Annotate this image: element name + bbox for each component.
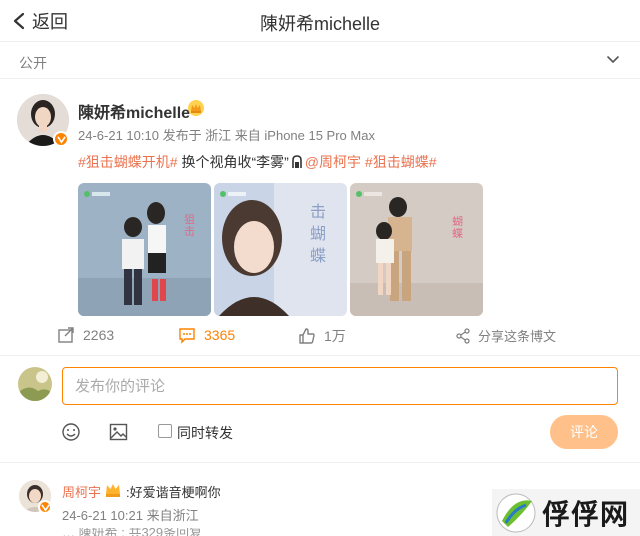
crown-icon	[188, 100, 204, 116]
comment-text: :好爱谐音梗啊你	[126, 485, 221, 500]
like-count: 1万	[324, 328, 346, 344]
share-icon	[456, 327, 470, 344]
site-watermark: 俘俘网	[492, 489, 640, 536]
svg-text:蝶: 蝶	[310, 246, 326, 265]
visibility-selector[interactable]: 公开	[0, 43, 640, 79]
watermark-text: 俘俘网	[542, 497, 630, 531]
reply-preview[interactable]: … 陳妍希 : 共329条回复	[62, 528, 262, 536]
emoji-icon[interactable]	[61, 422, 81, 442]
hashtag-link[interactable]: #狙击蝴蝶开机#	[78, 154, 178, 170]
comment-author[interactable]: 周柯宇	[62, 482, 101, 501]
comment-input[interactable]	[62, 367, 618, 405]
image-icon[interactable]	[109, 423, 128, 441]
comment-icon	[179, 328, 195, 344]
svg-text:击: 击	[310, 202, 326, 221]
hanger-emoji-icon	[291, 155, 302, 168]
share-label: 分享这条博文	[478, 329, 557, 344]
post-text: #狙击蝴蝶开机# 换个视角收“李雾” @周柯宇 #狙击蝴蝶#	[78, 152, 436, 172]
author-name[interactable]: 陳妍希michelle	[78, 99, 190, 123]
crown-icon	[106, 484, 120, 497]
comment-meta: 24-6-21 10:21 来自浙江	[62, 508, 199, 523]
comment-count: 3365	[204, 327, 236, 343]
chevron-down-icon	[607, 56, 619, 64]
thumbs-up-icon	[299, 328, 315, 344]
svg-text:蝶: 蝶	[452, 226, 463, 240]
repost-checkbox-label: 同时转发	[177, 425, 233, 441]
post-photo[interactable]: 狙 击	[78, 183, 211, 316]
repost-icon	[58, 327, 74, 343]
svg-text:击: 击	[184, 225, 195, 238]
like-button[interactable]: 1万	[298, 326, 346, 346]
svg-text:蝴: 蝴	[310, 224, 326, 243]
share-button[interactable]: 分享这条博文	[455, 326, 556, 345]
verified-badge-icon	[38, 500, 52, 514]
post-actions: 2263 3365 1万 分享这条博文	[0, 322, 640, 352]
divider	[0, 462, 640, 463]
divider	[0, 355, 640, 356]
submit-comment-button[interactable]: 评论	[550, 415, 618, 449]
post-photo[interactable]: 击 蝴 蝶	[214, 183, 347, 316]
visibility-label: 公开	[19, 55, 47, 71]
page-title: 陳妍希michelle	[259, 14, 381, 34]
watermark-logo-icon	[496, 493, 536, 532]
repost-count: 2263	[83, 327, 115, 343]
hashtag-link[interactable]: #狙击蝴蝶#	[361, 154, 437, 170]
mention-link[interactable]: @周柯宇	[305, 154, 361, 170]
post-meta: 24-6-21 10:10 发布于 浙江 来自 iPhone 15 Pro Ma…	[78, 128, 375, 143]
post-body-text: 换个视角收“李雾”	[177, 154, 289, 170]
top-bar: 返回 陳妍希michelle	[0, 0, 640, 42]
post-photo[interactable]: 蝴 蝶	[350, 183, 483, 316]
weibo-post: 陳妍希michelle 24-6-21 10:10 发布于 浙江 来自 iPho…	[0, 80, 640, 352]
comment-button[interactable]: 3365	[178, 326, 235, 344]
my-avatar	[18, 367, 52, 401]
repost-button[interactable]: 2263	[57, 326, 114, 344]
repost-checkbox[interactable]	[158, 424, 172, 438]
verified-badge-icon	[53, 131, 69, 147]
